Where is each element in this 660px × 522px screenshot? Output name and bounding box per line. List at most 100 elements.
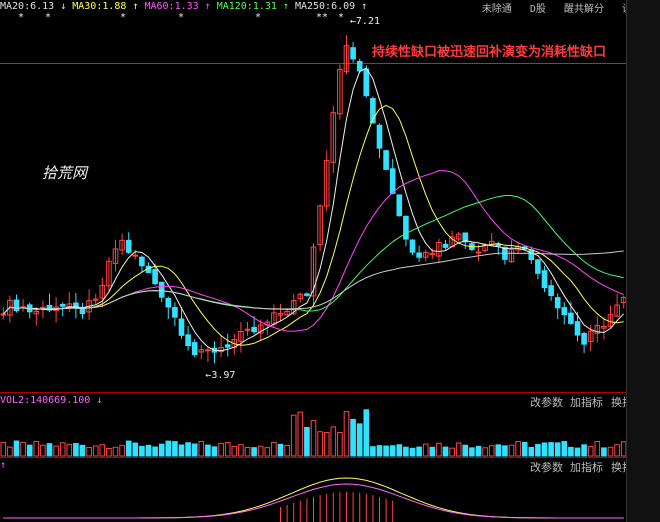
candle-body: [568, 312, 574, 324]
add-indicator-button-2[interactable]: 加指标: [570, 459, 603, 475]
volume-bar: [568, 446, 574, 457]
volume-bar: [317, 431, 323, 457]
volume-bar: [389, 445, 396, 457]
volume-bar: [436, 442, 442, 457]
volume-bar: [66, 443, 73, 457]
candle-body: [191, 342, 198, 356]
price-chart-svg: ←7.21←3.97* * * * * ** *: [0, 12, 627, 522]
volume-bar: [26, 444, 33, 457]
event-marker: *: [120, 12, 126, 23]
volume-bar: [20, 441, 26, 457]
volume-bar: [601, 447, 607, 457]
volume-bar: [462, 444, 469, 457]
volume-bar: [238, 444, 244, 457]
volume-bar: [469, 447, 475, 457]
volume-bar: [455, 442, 462, 457]
volume-bar: [125, 440, 132, 457]
watermark: 拾荒网: [42, 164, 88, 182]
volume-bar: [429, 446, 436, 457]
volume-bar: [185, 442, 191, 457]
volume-bar: [535, 444, 541, 457]
volume-bar: [383, 445, 389, 457]
volume-bar: [251, 447, 257, 457]
candle-body: [548, 285, 554, 296]
candle-body: [350, 47, 356, 60]
volume-bar: [46, 443, 53, 457]
volume-bar: [92, 445, 99, 457]
volume-bar: [488, 445, 495, 457]
volume-bar: [99, 444, 106, 457]
candle-body: [172, 306, 178, 318]
change-params-button[interactable]: 改参数: [530, 394, 563, 410]
volume-bar: [297, 411, 304, 457]
volume-bar: [376, 445, 383, 457]
candle-body: [561, 307, 568, 316]
candle-body: [158, 281, 165, 298]
volume-bar: [73, 443, 79, 457]
volume-bar: [198, 440, 205, 457]
candle-body: [475, 251, 482, 254]
candle-body: [59, 303, 66, 307]
volume-bar: [139, 445, 145, 457]
volume-bar: [508, 444, 515, 457]
candle-body: [152, 269, 158, 285]
volume-bar: [152, 446, 158, 457]
volume-bar: [304, 427, 310, 457]
down-arrow-icon: ↓: [96, 395, 103, 406]
volume-bar: [416, 446, 422, 457]
volume-bar: [343, 411, 350, 457]
candle-body: [125, 239, 132, 253]
candle-body: [383, 150, 389, 170]
event-marker: *: [255, 12, 261, 23]
low-price-label: ←3.97: [205, 370, 235, 381]
event-marker: **: [316, 12, 328, 23]
candle-body: [535, 259, 541, 274]
candle-body: [13, 299, 20, 312]
moving-average-line: [2, 67, 625, 352]
right-scrollbar[interactable]: [626, 0, 660, 522]
high-price-label: ←7.21: [350, 16, 380, 27]
volume-bar: [528, 446, 535, 457]
event-marker: *: [45, 12, 51, 23]
volume-bar: [350, 418, 356, 457]
gap-annotation: 持续性缺口被迅速回补演变为消耗性缺口: [372, 45, 607, 60]
volume-bar: [554, 442, 561, 457]
volume-bar: [79, 444, 86, 457]
candle-body: [165, 298, 172, 308]
volume-bar: [7, 446, 13, 457]
change-params-button-2[interactable]: 改参数: [530, 459, 563, 475]
event-marker: *: [338, 12, 344, 23]
volume-bar: [541, 442, 548, 457]
candle-body: [396, 194, 403, 217]
volume-bar: [112, 446, 119, 457]
volume-bar: [53, 445, 59, 457]
candle-body: [224, 344, 231, 348]
volume-bar: [33, 441, 40, 457]
volume-bar: [257, 445, 264, 457]
candle-body: [132, 254, 139, 257]
volume-bar: [0, 441, 7, 457]
volume-bar: [594, 441, 601, 457]
volume-bar: [482, 447, 488, 457]
volume-bar: [13, 440, 20, 457]
volume-bar: [119, 444, 125, 457]
volume-bar: [224, 442, 231, 457]
volume-bar: [132, 442, 139, 457]
volume-bar: [561, 441, 568, 457]
add-indicator-button[interactable]: 加指标: [570, 394, 603, 410]
volume-bar: [191, 443, 198, 457]
volume-bar: [356, 423, 363, 457]
candle-body: [442, 243, 449, 248]
candle-body: [376, 124, 383, 149]
event-marker: *: [178, 12, 184, 23]
volume-bar: [178, 444, 185, 457]
volume-bar: [145, 444, 152, 457]
candle-body: [205, 349, 211, 352]
volume-bar: [495, 444, 502, 457]
candle-body: [528, 249, 535, 261]
candle-body: [139, 256, 145, 267]
volume-bar: [231, 445, 238, 457]
volume-bar: [370, 446, 376, 457]
volume-bar: [337, 432, 343, 457]
volume-bar: [323, 432, 330, 457]
